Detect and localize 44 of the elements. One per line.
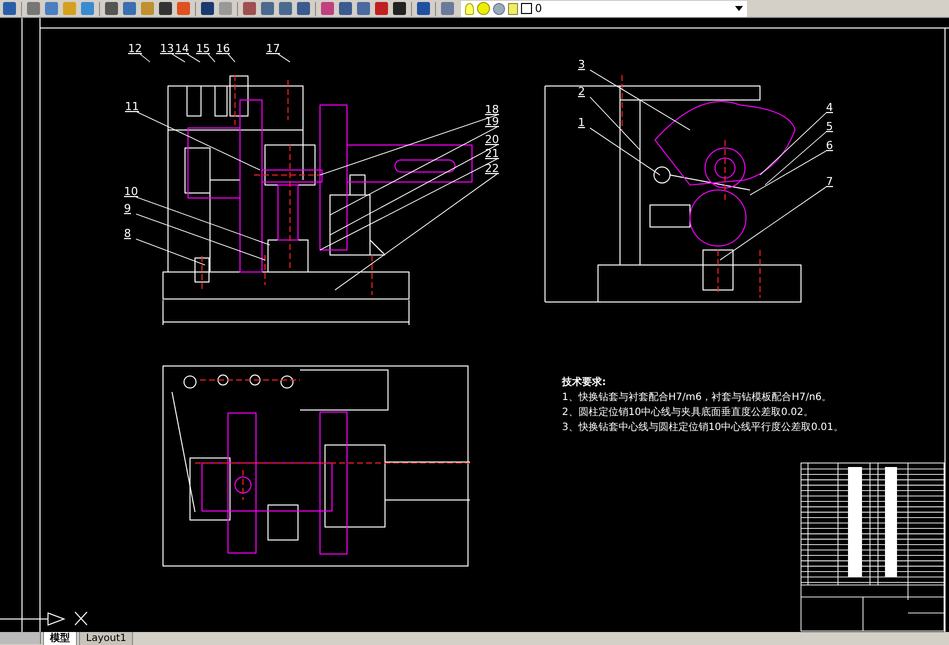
leader-line [140,54,150,62]
layout-tab[interactable]: Layout1 [79,632,134,645]
layer-name: 0 [535,2,543,15]
callout-number: 11 [125,100,139,113]
callout-number: 1 [578,116,585,129]
callout-number: 14 [175,42,189,55]
callout-number: 19 [485,115,499,128]
technical-requirement: 1、快换钻套与衬套配合H7/m6，衬套与钻模板配合H7/n6。 [562,392,832,403]
callout-number: 7 [826,175,833,188]
callout-number: 17 [266,42,280,55]
layout-tab[interactable]: 模型 [43,632,77,645]
callout-number: 9 [124,202,131,215]
leader-line [760,112,826,176]
layer-dropdown[interactable]: 0 [461,0,747,16]
color-swatch-icon [521,3,532,14]
leader-line [186,54,200,62]
leader-line [590,128,660,176]
callout-number: 4 [826,101,833,114]
callout-number: 16 [216,42,230,55]
sun-icon [477,2,490,15]
callout-number: 22 [485,162,499,175]
callout-number: 8 [124,227,131,240]
callout-number: 18 [485,103,499,116]
callout-number: 12 [128,42,142,55]
notes-title: 技术要求: [562,377,606,388]
callout-number: 15 [196,42,210,55]
callout-number: 21 [485,147,499,160]
technical-requirement: 2、圆柱定位销10中心线与夹具底面垂直度公差取0.02。 [562,407,814,418]
callout-number: 10 [124,185,138,198]
leader-line [208,54,216,62]
callout-number: 5 [826,120,833,133]
leader-line [172,54,186,62]
lightbulb-icon [465,2,474,14]
leader-line [278,54,290,62]
ucs-axis-icon [0,612,88,626]
callout-number: 13 [160,42,174,55]
callout-number: 3 [578,58,585,71]
callout-number: 20 [485,133,499,146]
callout-number: 6 [826,139,833,152]
callout-number: 2 [578,85,585,98]
gear-icon [493,2,505,14]
technical-requirement: 3、快换钻套中心线与圆柱定位销10中心线平行度公差取0.01。 [562,422,844,433]
caret-icon [735,6,743,11]
leader-line [228,54,236,62]
